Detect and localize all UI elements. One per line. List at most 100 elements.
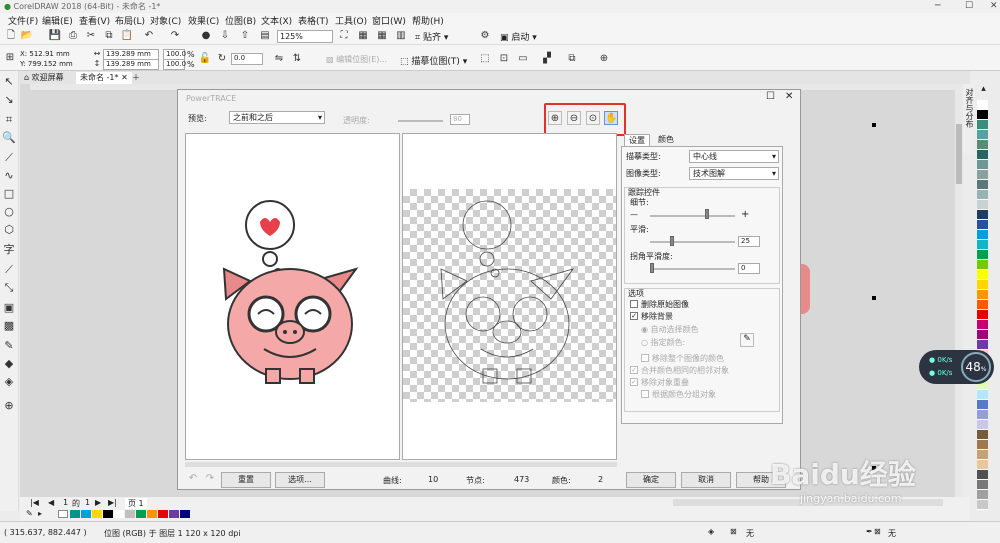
remove-all-color-checkbox[interactable]	[641, 354, 649, 362]
color-palette-arrow-icon[interactable]: ▸	[38, 509, 42, 518]
angle-field[interactable]: 0.0	[231, 53, 263, 65]
add-tool-icon[interactable]: ⊕	[2, 399, 16, 413]
cancel-button[interactable]: 取消	[681, 472, 731, 488]
last-page-icon[interactable]: ▶|	[108, 498, 117, 507]
smooth-slider[interactable]	[650, 241, 735, 243]
color-mask-icon[interactable]: ▞	[540, 52, 554, 66]
palette-swatch[interactable]	[977, 230, 988, 240]
redo-trace-icon[interactable]: ↷	[203, 472, 217, 486]
resample-icon[interactable]: ⊡	[497, 52, 511, 66]
document-palette-swatch[interactable]	[180, 510, 190, 518]
menu-tools[interactable]: 工具(O)	[335, 14, 367, 27]
scale-y-field[interactable]: 100.0	[163, 59, 186, 70]
remove-overlap-checkbox[interactable]: ✓	[630, 378, 638, 386]
palette-swatch[interactable]	[977, 480, 988, 490]
export-icon[interactable]: ⇧	[238, 29, 252, 43]
document-palette-swatch[interactable]	[147, 510, 157, 518]
palette-swatch[interactable]	[977, 250, 988, 260]
palette-swatch[interactable]	[977, 220, 988, 230]
selection-handle[interactable]	[872, 296, 876, 300]
snap-dropdown[interactable]: ⌗ 贴齐 ▾	[415, 30, 448, 43]
fill-indicator-icon[interactable]: ◈	[708, 527, 714, 536]
mirror-horizontal-icon[interactable]: ⇋	[272, 52, 286, 66]
image-type-select[interactable]: 技术图解	[689, 167, 779, 180]
redo-icon[interactable]: ↷	[168, 29, 182, 43]
palette-swatch[interactable]	[977, 150, 988, 160]
ok-button[interactable]: 确定	[626, 472, 676, 488]
bitmap-object-edge[interactable]	[800, 264, 810, 314]
full-screen-icon[interactable]: ⛶	[337, 29, 351, 43]
grid-icon[interactable]: ▦	[375, 29, 389, 43]
palette-swatch[interactable]	[977, 390, 988, 400]
document-palette-swatch[interactable]	[103, 510, 113, 518]
preview-before[interactable]	[185, 133, 400, 460]
menu-view[interactable]: 查看(V)	[79, 14, 110, 27]
detail-slider-knob[interactable]	[705, 209, 709, 219]
preview-mode-select[interactable]: 之前和之后	[229, 111, 325, 124]
menu-edit[interactable]: 编辑(E)	[42, 14, 73, 27]
palette-swatch[interactable]	[977, 400, 988, 410]
eyedropper-button-icon[interactable]: ✎	[740, 333, 754, 347]
preview-scrollbar[interactable]	[185, 462, 617, 467]
document-palette-swatch[interactable]	[114, 510, 124, 518]
corner-slider[interactable]	[650, 268, 735, 270]
dialog-close-icon[interactable]: ✕	[785, 91, 793, 102]
palette-swatch[interactable]	[977, 130, 988, 140]
edit-bitmap-button[interactable]: ▨ 编辑位图(E)...	[326, 54, 387, 65]
rulers-icon[interactable]: ▦	[356, 29, 370, 43]
prev-page-icon[interactable]: ◀	[48, 498, 54, 507]
cut-icon[interactable]: ✂	[84, 29, 98, 43]
y-position[interactable]: Y: 799.152 mm	[20, 60, 73, 68]
transparency-slider[interactable]	[398, 120, 443, 122]
corner-field[interactable]: 0	[738, 263, 760, 274]
menu-text[interactable]: 文本(X)	[261, 14, 292, 27]
close-icon[interactable]: ✕	[990, 0, 998, 13]
detail-minus-icon[interactable]: —	[630, 210, 638, 219]
freehand-tool-icon[interactable]: ⟋	[2, 151, 16, 165]
first-page-icon[interactable]: |◀	[30, 498, 39, 507]
specify-color-radio[interactable]: ○ 指定颜色:	[641, 337, 685, 348]
mirror-vertical-icon[interactable]: ⇅	[290, 52, 304, 66]
crop-tool-icon[interactable]: ⌗	[2, 113, 16, 127]
new-document-icon[interactable]: 🗋	[4, 29, 18, 43]
palette-swatch[interactable]	[977, 490, 988, 500]
guidelines-icon[interactable]: ▥	[394, 29, 408, 43]
palette-swatch[interactable]	[977, 320, 988, 330]
save-icon[interactable]: 💾	[48, 29, 62, 43]
palette-swatch[interactable]	[977, 410, 988, 420]
undo-icon[interactable]: ↶	[142, 29, 156, 43]
document-palette-swatch[interactable]	[169, 510, 179, 518]
palette-swatch[interactable]	[977, 470, 988, 480]
zoom-out-icon[interactable]: ⊖	[567, 111, 581, 125]
detail-plus-icon[interactable]: +	[741, 209, 749, 220]
smart-fill-icon[interactable]: ◈	[2, 375, 16, 389]
menu-layout[interactable]: 布局(L)	[115, 14, 145, 27]
height-field[interactable]: 139.289 mm	[103, 59, 159, 70]
palette-swatch[interactable]	[977, 270, 988, 280]
smooth-slider-knob[interactable]	[670, 236, 674, 246]
palette-swatch[interactable]	[977, 200, 988, 210]
menu-bitmap[interactable]: 位图(B)	[225, 14, 256, 27]
tab-settings[interactable]: 设置	[624, 134, 650, 146]
transparency-tool-icon[interactable]: ▩	[2, 319, 16, 333]
remove-background-checkbox[interactable]: ✓	[630, 312, 638, 320]
reset-button[interactable]: 重置	[221, 472, 271, 488]
tab-document[interactable]: 未命名 -1* ✕	[76, 72, 132, 84]
document-palette-swatch[interactable]	[136, 510, 146, 518]
document-palette-swatch[interactable]	[158, 510, 168, 518]
palette-swatch[interactable]	[977, 300, 988, 310]
palette-swatch[interactable]	[977, 290, 988, 300]
palette-swatch[interactable]	[977, 450, 988, 460]
tab-close-icon[interactable]: ✕	[121, 73, 128, 82]
minimize-icon[interactable]: ─	[935, 0, 940, 13]
smooth-field[interactable]: 25	[738, 236, 760, 247]
palette-swatch[interactable]	[977, 340, 988, 350]
palette-swatch[interactable]	[977, 240, 988, 250]
palette-swatch[interactable]	[977, 330, 988, 340]
palette-swatch[interactable]	[977, 260, 988, 270]
net-speed-widget[interactable]: ● 0K/s ● 0K/s 48%	[919, 350, 994, 384]
palette-swatch[interactable]	[977, 280, 988, 290]
zoom-in-icon[interactable]: ⊕	[548, 111, 562, 125]
bitmap-frame-icon[interactable]: ▭	[516, 52, 530, 66]
publish-pdf-icon[interactable]: ▤	[258, 29, 272, 43]
